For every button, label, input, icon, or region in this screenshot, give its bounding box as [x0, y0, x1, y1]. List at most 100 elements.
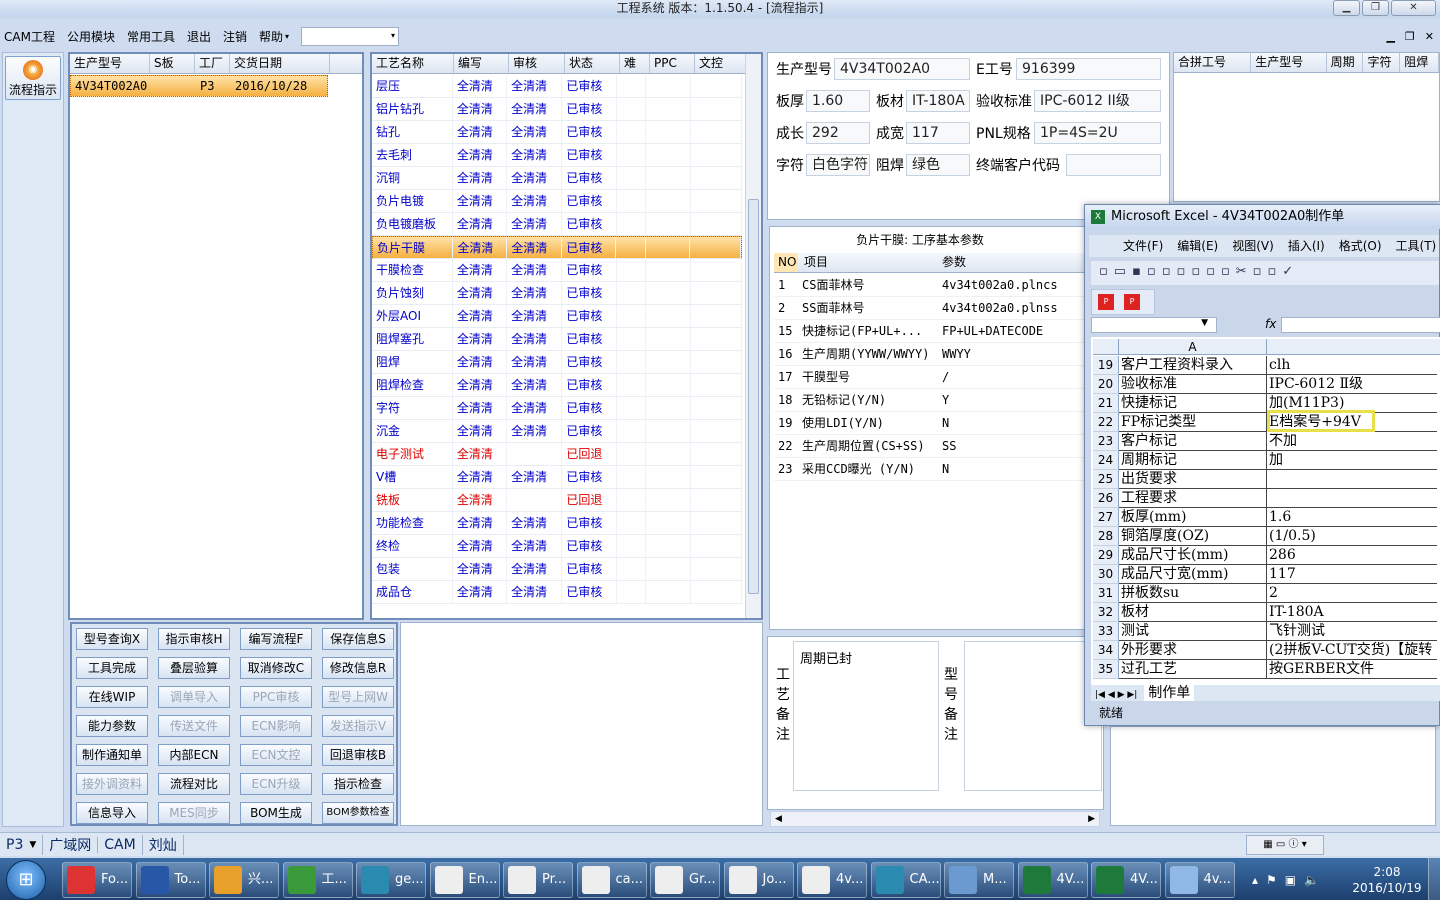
cell-b[interactable]	[1267, 470, 1437, 489]
action-button[interactable]: PPC审核	[240, 686, 312, 708]
taskbar-item[interactable]: 工...	[282, 862, 353, 898]
sheet-row[interactable]: 33 测试 飞针测试	[1093, 622, 1437, 641]
process-row[interactable]: 铝片钻孔 全清清 全清清 已审核	[372, 98, 742, 121]
model-memo-box[interactable]	[964, 641, 1102, 791]
thick-field[interactable]: 1.60	[806, 90, 870, 112]
process-row[interactable]: 阻焊塞孔 全清清 全清清 已审核	[372, 328, 742, 351]
cell-a[interactable]: 验收标准	[1119, 375, 1267, 394]
sheet-row[interactable]: 26 工程要求	[1093, 489, 1437, 508]
excel-menu-tools[interactable]: 工具(T)	[1396, 235, 1437, 257]
sheet-row[interactable]: 32 板材 IT-180A	[1093, 603, 1437, 622]
process-row[interactable]: 负片电镀 全清清 全清清 已审核	[372, 190, 742, 213]
process-row[interactable]: 电子测试 全清清 已回退	[372, 443, 742, 466]
taskbar-item[interactable]: Pr...	[503, 862, 573, 898]
action-button[interactable]: 指示检查	[322, 773, 394, 795]
excel-menu-edit[interactable]: 编辑(E)	[1177, 235, 1218, 257]
cell-b[interactable]: 按GERBER文件	[1267, 660, 1437, 679]
name-box[interactable]: ▼	[1091, 317, 1217, 333]
param-row[interactable]: 22 生产周期位置(CS+SS) SS	[774, 435, 1088, 458]
action-button[interactable]: ECN升级	[240, 773, 312, 795]
action-button[interactable]: 调单导入	[158, 686, 230, 708]
cell-b[interactable]: 286	[1267, 546, 1437, 565]
cell-b[interactable]: clh	[1267, 356, 1437, 375]
process-row[interactable]: 外层AOI 全清清 全清清 已审核	[372, 305, 742, 328]
cell-a[interactable]: 工程要求	[1119, 489, 1267, 508]
taskbar-item[interactable]: Gr...	[650, 862, 720, 898]
taskbar-item[interactable]: ge...	[356, 862, 426, 898]
taskbar-item[interactable]: M...	[944, 862, 1014, 898]
toolbar-icons[interactable]: ▫▭▪▫▫▫▫▫▫✂▫▫✓	[1099, 264, 1299, 279]
status-tab-cam[interactable]: CAM	[97, 836, 141, 853]
action-button[interactable]: 叠层验算	[158, 657, 230, 679]
row-number[interactable]: 32	[1093, 603, 1119, 622]
wid-field[interactable]: 117	[906, 122, 970, 144]
action-button[interactable]: 传送文件	[158, 715, 230, 737]
cell-a[interactable]: 板材	[1119, 603, 1267, 622]
process-row[interactable]: 负片蚀刻 全清清 全清清 已审核	[372, 282, 742, 305]
language-bar[interactable]: ▦ ▭ ⓘ ▾	[1246, 835, 1324, 855]
param-row[interactable]: 19 使用LDI(Y/N) N	[774, 412, 1088, 435]
row-number[interactable]: 25	[1093, 470, 1119, 489]
cell-b[interactable]: (2拼板V-CUT交货)【旋转	[1267, 641, 1437, 660]
process-row[interactable]: 包装 全清清 全清清 已审核	[372, 558, 742, 581]
col-header[interactable]: 状态	[565, 54, 620, 73]
excel-menu-view[interactable]: 视图(V)	[1232, 235, 1274, 257]
sheet-row[interactable]: 29 成品尺寸长(mm) 286	[1093, 546, 1437, 565]
row-number[interactable]: 22	[1093, 413, 1119, 432]
taskbar-item[interactable]: 4V...	[1091, 862, 1161, 898]
param-row[interactable]: 15 快捷标记(FP+UL+... FP+UL+DATECODE	[774, 320, 1088, 343]
mat-field[interactable]: IT-180A	[906, 90, 970, 112]
excel-menu-format[interactable]: 格式(O)	[1339, 235, 1382, 257]
process-row[interactable]: 铣板 全清清 已回退	[372, 489, 742, 512]
param-row[interactable]: 1 CS面菲林号 4v34t002a0.plncs	[774, 274, 1088, 297]
sheet-row[interactable]: 27 板厚(mm) 1.6	[1093, 508, 1437, 527]
menu-logout[interactable]: 注销	[223, 28, 247, 45]
process-row[interactable]: 阻焊 全清清 全清清 已审核	[372, 351, 742, 374]
pdf-icon[interactable]: P	[1098, 294, 1114, 310]
sheet-row[interactable]: 35 过孔工艺 按GERBER文件	[1093, 660, 1437, 679]
flow-indicator-button[interactable]: ◉ 流程指示	[5, 56, 61, 100]
row-number[interactable]: 27	[1093, 508, 1119, 527]
process-row[interactable]: 干膜检查 全清清 全清清 已审核	[372, 259, 742, 282]
cell-a[interactable]: 铜箔厚度(OZ)	[1119, 527, 1267, 546]
sheet-row[interactable]: 21 快捷标记 加(M11P3)	[1093, 394, 1437, 413]
menu-exit[interactable]: 退出	[187, 28, 211, 45]
action-button[interactable]: 指示审核H	[158, 628, 230, 650]
row-number[interactable]: 19	[1093, 356, 1119, 375]
action-button[interactable]: 发送指示V	[322, 715, 394, 737]
taskbar-item[interactable]: 4v...	[797, 862, 867, 898]
row-number[interactable]: 20	[1093, 375, 1119, 394]
model-field[interactable]: 4V34T002A0	[834, 58, 970, 80]
process-row[interactable]: 成品仓 全清清 全清清 已审核	[372, 581, 742, 604]
pnl-field[interactable]: 1P=4S=2U	[1034, 122, 1161, 144]
action-button[interactable]: 流程对比	[158, 773, 230, 795]
clock[interactable]: 2:08 2016/10/19	[1350, 862, 1424, 898]
status-tab-wan[interactable]: 广域网	[42, 834, 97, 855]
process-row[interactable]: 层压 全清清 全清清 已审核	[372, 75, 742, 98]
col-header[interactable]: S板	[150, 54, 195, 73]
col-header[interactable]: 参数	[938, 253, 1078, 272]
cell-b[interactable]: 飞针测试	[1267, 622, 1437, 641]
cell-b[interactable]: 不加	[1267, 432, 1437, 451]
action-button[interactable]: 回退审核B	[322, 744, 394, 766]
cell-a[interactable]: 客户标记	[1119, 432, 1267, 451]
row-number[interactable]: 26	[1093, 489, 1119, 508]
cell-a[interactable]: 板厚(mm)	[1119, 508, 1267, 527]
factory-selector[interactable]: P3	[0, 837, 29, 853]
cell-b[interactable]: (1/0.5)	[1267, 527, 1437, 546]
cell-a[interactable]: 过孔工艺	[1119, 660, 1267, 679]
cell-a[interactable]: 客户工程资料录入	[1119, 356, 1267, 375]
sheet-row[interactable]: 25 出货要求	[1093, 470, 1437, 489]
process-row[interactable]: 字符 全清清 全清清 已审核	[372, 397, 742, 420]
cell-b[interactable]: 2	[1267, 584, 1437, 603]
close-button[interactable]: ✕	[1391, 0, 1436, 16]
col-header[interactable]: 交货日期	[230, 54, 330, 73]
column-b-header[interactable]	[1267, 339, 1437, 354]
action-button[interactable]: 修改信息R	[322, 657, 394, 679]
action-button[interactable]: 制作通知单	[76, 744, 148, 766]
cell-a[interactable]: 快捷标记	[1119, 394, 1267, 413]
row-number[interactable]: 35	[1093, 660, 1119, 679]
col-header[interactable]: 难	[620, 54, 650, 73]
menu-tools[interactable]: 常用工具	[127, 28, 175, 45]
process-row[interactable]: 终检 全清清 全清清 已审核	[372, 535, 742, 558]
